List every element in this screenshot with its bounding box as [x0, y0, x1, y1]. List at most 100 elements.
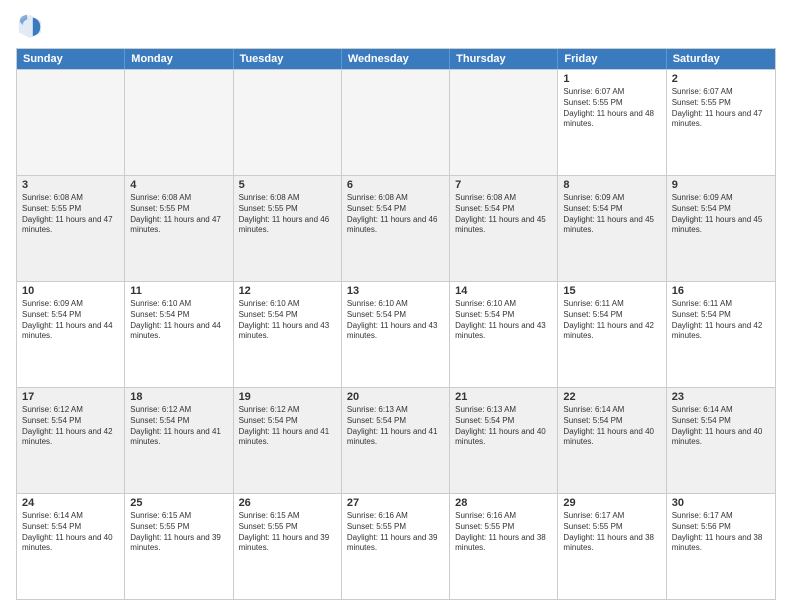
cell-details: Sunrise: 6:08 AM Sunset: 5:55 PM Dayligh…: [130, 193, 227, 236]
day-number: 22: [563, 391, 660, 403]
day-number: 12: [239, 285, 336, 297]
day-number: 10: [22, 285, 119, 297]
day-number: 3: [22, 179, 119, 191]
cell-details: Sunrise: 6:14 AM Sunset: 5:54 PM Dayligh…: [672, 405, 770, 448]
cell-details: Sunrise: 6:17 AM Sunset: 5:56 PM Dayligh…: [672, 511, 770, 554]
cell-details: Sunrise: 6:10 AM Sunset: 5:54 PM Dayligh…: [347, 299, 444, 342]
day-number: 2: [672, 73, 770, 85]
day-number: 7: [455, 179, 552, 191]
calendar: SundayMondayTuesdayWednesdayThursdayFrid…: [16, 48, 776, 600]
calendar-row: 1 Sunrise: 6:07 AM Sunset: 5:55 PM Daylig…: [17, 69, 775, 175]
calendar-cell: 11 Sunrise: 6:10 AM Sunset: 5:54 PM Dayli…: [125, 282, 233, 387]
logo: [16, 12, 48, 40]
day-number: 4: [130, 179, 227, 191]
day-number: 13: [347, 285, 444, 297]
cell-details: Sunrise: 6:09 AM Sunset: 5:54 PM Dayligh…: [22, 299, 119, 342]
page-header: [16, 12, 776, 40]
cell-details: Sunrise: 6:11 AM Sunset: 5:54 PM Dayligh…: [672, 299, 770, 342]
calendar-cell: 17 Sunrise: 6:12 AM Sunset: 5:54 PM Dayli…: [17, 388, 125, 493]
day-number: 9: [672, 179, 770, 191]
cell-details: Sunrise: 6:12 AM Sunset: 5:54 PM Dayligh…: [239, 405, 336, 448]
calendar-cell: [234, 70, 342, 175]
calendar-cell: 25 Sunrise: 6:15 AM Sunset: 5:55 PM Dayli…: [125, 494, 233, 599]
calendar-cell: 21 Sunrise: 6:13 AM Sunset: 5:54 PM Dayli…: [450, 388, 558, 493]
day-number: 26: [239, 497, 336, 509]
calendar-row: 17 Sunrise: 6:12 AM Sunset: 5:54 PM Dayli…: [17, 387, 775, 493]
calendar-row: 24 Sunrise: 6:14 AM Sunset: 5:54 PM Dayli…: [17, 493, 775, 599]
calendar-cell: 23 Sunrise: 6:14 AM Sunset: 5:54 PM Dayli…: [667, 388, 775, 493]
calendar-cell: 2 Sunrise: 6:07 AM Sunset: 5:55 PM Daylig…: [667, 70, 775, 175]
day-number: 15: [563, 285, 660, 297]
day-number: 8: [563, 179, 660, 191]
cell-details: Sunrise: 6:07 AM Sunset: 5:55 PM Dayligh…: [672, 87, 770, 130]
day-number: 6: [347, 179, 444, 191]
calendar-cell: 4 Sunrise: 6:08 AM Sunset: 5:55 PM Daylig…: [125, 176, 233, 281]
day-number: 17: [22, 391, 119, 403]
cell-details: Sunrise: 6:14 AM Sunset: 5:54 PM Dayligh…: [563, 405, 660, 448]
logo-icon: [16, 12, 44, 40]
day-number: 30: [672, 497, 770, 509]
cell-details: Sunrise: 6:14 AM Sunset: 5:54 PM Dayligh…: [22, 511, 119, 554]
calendar-cell: 12 Sunrise: 6:10 AM Sunset: 5:54 PM Dayli…: [234, 282, 342, 387]
day-number: 19: [239, 391, 336, 403]
calendar-cell: [450, 70, 558, 175]
day-number: 27: [347, 497, 444, 509]
calendar-row: 10 Sunrise: 6:09 AM Sunset: 5:54 PM Dayli…: [17, 281, 775, 387]
calendar-cell: [342, 70, 450, 175]
calendar-cell: [17, 70, 125, 175]
cell-details: Sunrise: 6:13 AM Sunset: 5:54 PM Dayligh…: [455, 405, 552, 448]
day-number: 25: [130, 497, 227, 509]
calendar-cell: 8 Sunrise: 6:09 AM Sunset: 5:54 PM Daylig…: [558, 176, 666, 281]
day-number: 23: [672, 391, 770, 403]
weekday-header: Sunday: [17, 49, 125, 69]
day-number: 24: [22, 497, 119, 509]
weekday-header: Saturday: [667, 49, 775, 69]
weekday-header: Monday: [125, 49, 233, 69]
day-number: 11: [130, 285, 227, 297]
calendar-cell: 9Sunrise: 6:09 AM Sunset: 5:54 PM Daylig…: [667, 176, 775, 281]
day-number: 20: [347, 391, 444, 403]
calendar-cell: 30 Sunrise: 6:17 AM Sunset: 5:56 PM Dayli…: [667, 494, 775, 599]
calendar-cell: 27 Sunrise: 6:16 AM Sunset: 5:55 PM Dayli…: [342, 494, 450, 599]
day-number: 29: [563, 497, 660, 509]
cell-details: Sunrise: 6:15 AM Sunset: 5:55 PM Dayligh…: [130, 511, 227, 554]
cell-details: Sunrise: 6:07 AM Sunset: 5:55 PM Dayligh…: [563, 87, 660, 130]
cell-details: Sunrise: 6:09 AM Sunset: 5:54 PM Dayligh…: [563, 193, 660, 236]
calendar-cell: 1 Sunrise: 6:07 AM Sunset: 5:55 PM Daylig…: [558, 70, 666, 175]
calendar-cell: 10 Sunrise: 6:09 AM Sunset: 5:54 PM Dayli…: [17, 282, 125, 387]
calendar-header: SundayMondayTuesdayWednesdayThursdayFrid…: [17, 49, 775, 69]
day-number: 21: [455, 391, 552, 403]
cell-details: Sunrise: 6:08 AM Sunset: 5:55 PM Dayligh…: [239, 193, 336, 236]
calendar-cell: 15 Sunrise: 6:11 AM Sunset: 5:54 PM Dayli…: [558, 282, 666, 387]
cell-details: Sunrise: 6:10 AM Sunset: 5:54 PM Dayligh…: [130, 299, 227, 342]
cell-details: Sunrise: 6:10 AM Sunset: 5:54 PM Dayligh…: [239, 299, 336, 342]
cell-details: Sunrise: 6:12 AM Sunset: 5:54 PM Dayligh…: [130, 405, 227, 448]
weekday-header: Thursday: [450, 49, 558, 69]
cell-details: Sunrise: 6:08 AM Sunset: 5:55 PM Dayligh…: [22, 193, 119, 236]
cell-details: Sunrise: 6:11 AM Sunset: 5:54 PM Dayligh…: [563, 299, 660, 342]
calendar-cell: 6 Sunrise: 6:08 AM Sunset: 5:54 PM Daylig…: [342, 176, 450, 281]
cell-details: Sunrise: 6:12 AM Sunset: 5:54 PM Dayligh…: [22, 405, 119, 448]
day-number: 1: [563, 73, 660, 85]
calendar-cell: 3 Sunrise: 6:08 AM Sunset: 5:55 PM Daylig…: [17, 176, 125, 281]
day-number: 16: [672, 285, 770, 297]
calendar-cell: 14 Sunrise: 6:10 AM Sunset: 5:54 PM Dayli…: [450, 282, 558, 387]
calendar-cell: 19 Sunrise: 6:12 AM Sunset: 5:54 PM Dayli…: [234, 388, 342, 493]
weekday-header: Friday: [558, 49, 666, 69]
calendar-cell: 5 Sunrise: 6:08 AM Sunset: 5:55 PM Daylig…: [234, 176, 342, 281]
day-number: 5: [239, 179, 336, 191]
calendar-body: 1 Sunrise: 6:07 AM Sunset: 5:55 PM Daylig…: [17, 69, 775, 599]
calendar-cell: 29Sunrise: 6:17 AM Sunset: 5:55 PM Dayli…: [558, 494, 666, 599]
weekday-header: Tuesday: [234, 49, 342, 69]
cell-details: Sunrise: 6:08 AM Sunset: 5:54 PM Dayligh…: [347, 193, 444, 236]
calendar-cell: 24 Sunrise: 6:14 AM Sunset: 5:54 PM Dayli…: [17, 494, 125, 599]
cell-details: Sunrise: 6:10 AM Sunset: 5:54 PM Dayligh…: [455, 299, 552, 342]
day-number: 14: [455, 285, 552, 297]
calendar-cell: 26 Sunrise: 6:15 AM Sunset: 5:55 PM Dayli…: [234, 494, 342, 599]
day-number: 28: [455, 497, 552, 509]
cell-details: Sunrise: 6:15 AM Sunset: 5:55 PM Dayligh…: [239, 511, 336, 554]
calendar-cell: 18Sunrise: 6:12 AM Sunset: 5:54 PM Dayli…: [125, 388, 233, 493]
calendar-cell: 7Sunrise: 6:08 AM Sunset: 5:54 PM Daylig…: [450, 176, 558, 281]
cell-details: Sunrise: 6:13 AM Sunset: 5:54 PM Dayligh…: [347, 405, 444, 448]
cell-details: Sunrise: 6:16 AM Sunset: 5:55 PM Dayligh…: [347, 511, 444, 554]
